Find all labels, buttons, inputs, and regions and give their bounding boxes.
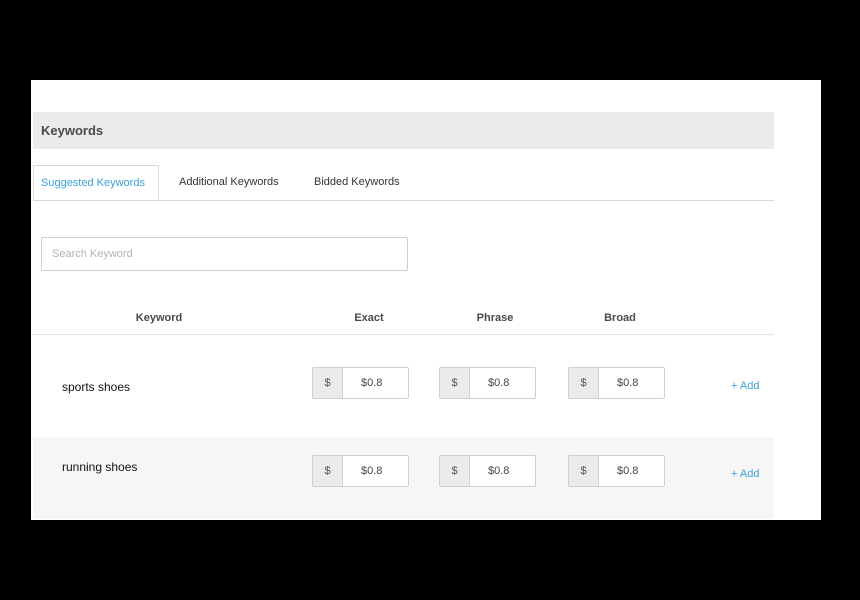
section-header: Keywords [33,112,774,149]
broad-bid-input[interactable]: $ $0.8 [568,455,665,487]
keyword-label: sports shoes [62,380,131,394]
column-header-exact: Exact [354,312,384,324]
table-row: running shoes $ $0.8 $ $0.8 $ $0.8 + Add [33,437,774,519]
column-header-keyword: Keyword [135,312,183,324]
tab-suggested-keywords[interactable]: Suggested Keywords [33,165,159,200]
header-divider [33,334,774,335]
tab-bar: Suggested Keywords Additional Keywords B… [33,165,774,201]
phrase-bid-input[interactable]: $ $0.8 [439,367,536,399]
table-row: sports shoes $ $0.8 $ $0.8 $ $0.8 + Add [33,346,774,428]
column-header-phrase: Phrase [476,312,514,324]
currency-addon: $ [440,368,470,398]
keyword-label: running shoes [62,460,138,474]
exact-bid-input[interactable]: $ $0.8 [312,455,409,487]
section-title: Keywords [41,123,104,138]
phrase-bid-input[interactable]: $ $0.8 [439,455,536,487]
currency-addon: $ [569,368,599,398]
phrase-bid-value[interactable]: $0.8 [470,368,535,398]
exact-bid-value[interactable]: $0.8 [343,456,408,486]
search-keyword-input[interactable] [41,237,408,271]
tab-bidded-keywords[interactable]: Bidded Keywords [314,165,400,200]
keywords-panel: Keywords Suggested Keywords Additional K… [31,80,821,520]
add-keyword-button[interactable]: + Add [731,380,759,392]
exact-bid-input[interactable]: $ $0.8 [312,367,409,399]
currency-addon: $ [440,456,470,486]
exact-bid-value[interactable]: $0.8 [343,368,408,398]
currency-addon: $ [313,456,343,486]
add-keyword-button[interactable]: + Add [731,468,759,480]
tab-additional-keywords[interactable]: Additional Keywords [179,165,279,200]
broad-bid-input[interactable]: $ $0.8 [568,367,665,399]
currency-addon: $ [313,368,343,398]
phrase-bid-value[interactable]: $0.8 [470,456,535,486]
column-header-broad: Broad [604,312,636,324]
broad-bid-value[interactable]: $0.8 [599,368,664,398]
broad-bid-value[interactable]: $0.8 [599,456,664,486]
currency-addon: $ [569,456,599,486]
